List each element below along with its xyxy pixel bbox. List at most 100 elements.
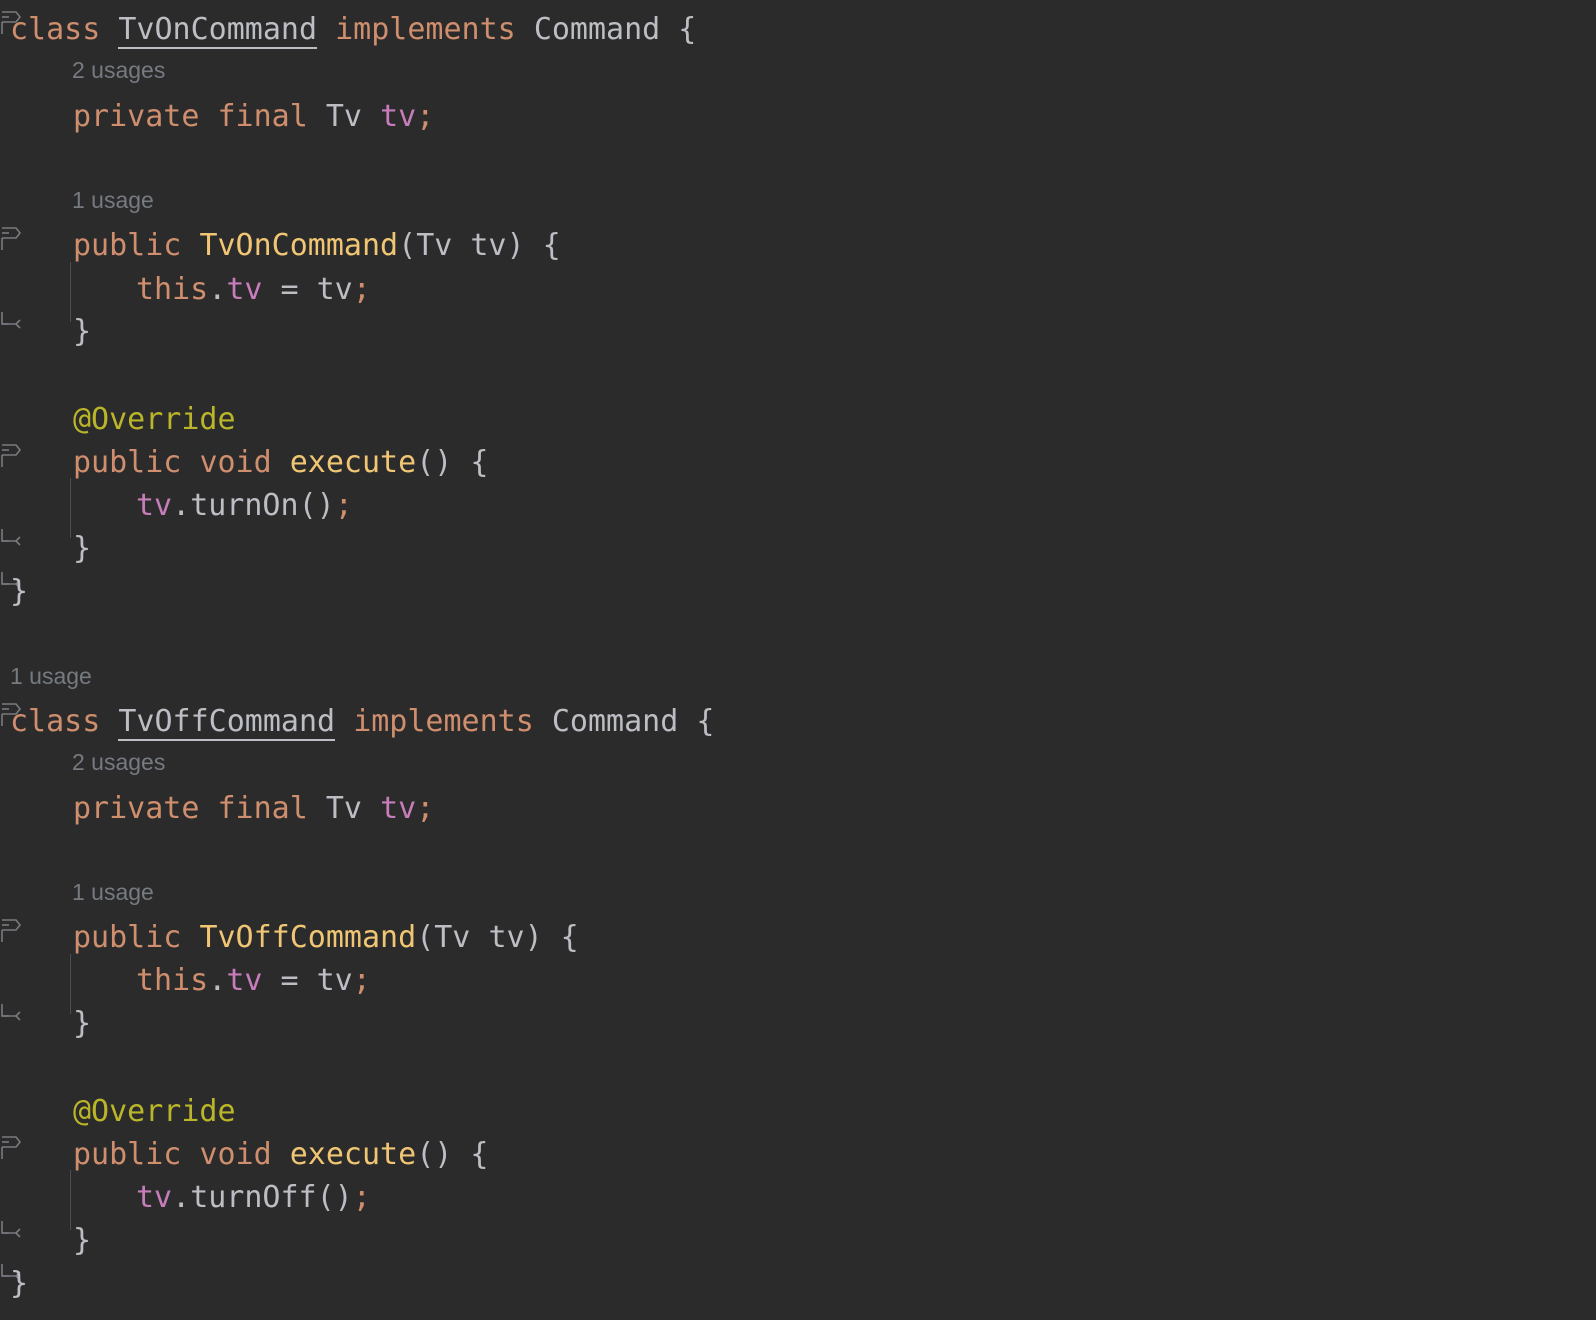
code-token: ; [334, 488, 353, 523]
code-line[interactable]: public void execute() { [73, 1133, 488, 1177]
code-line[interactable]: } [73, 1002, 91, 1046]
code-token: @Override [73, 402, 236, 437]
code-line[interactable]: } [73, 527, 91, 571]
code-token: () { [416, 1137, 489, 1172]
code-line[interactable]: @Override [73, 1090, 236, 1134]
code-token: Command [551, 704, 679, 739]
code-line[interactable]: public void execute() { [73, 441, 488, 485]
code-token: final [217, 791, 308, 826]
code-token: public [73, 920, 182, 955]
code-editor[interactable]: class TvOnCommand implements Command { pr… [0, 0, 1596, 1320]
code-token: private [73, 791, 200, 826]
code-token: class [10, 12, 101, 47]
class-name-with-warning[interactable]: TvOffCommand [118, 704, 336, 741]
code-line[interactable]: } [10, 570, 28, 614]
code-token: () [316, 1180, 353, 1215]
code-token: } [73, 314, 92, 349]
code-token: ) { [506, 228, 561, 263]
code-line[interactable]: class TvOnCommand implements Command { [10, 8, 696, 52]
usage-hint[interactable]: 1 usage [72, 185, 154, 215]
code-token: . [208, 963, 227, 998]
code-line[interactable]: } [73, 310, 91, 354]
code-token: ; [416, 99, 435, 134]
code-token: tv [226, 272, 263, 307]
code-token: void [199, 1137, 272, 1172]
code-token: ; [416, 791, 435, 826]
code-line[interactable]: tv.turnOff(); [136, 1176, 371, 1220]
code-token: = [262, 963, 317, 998]
usage-hint[interactable]: 2 usages [72, 747, 165, 777]
code-token: = [262, 272, 317, 307]
warning-squiggle-icon [118, 49, 317, 54]
code-token: tv [226, 963, 263, 998]
code-token: @Override [73, 1094, 236, 1129]
code-token: tv [380, 791, 417, 826]
code-token: turnOff [190, 1180, 317, 1215]
code-token: TvOnCommand [199, 228, 399, 263]
code-token: } [73, 531, 92, 566]
code-token: Tv [325, 99, 362, 134]
code-token: this [136, 272, 209, 307]
code-line[interactable]: tv.turnOn(); [136, 484, 353, 528]
code-token: ; [352, 963, 371, 998]
code-token: } [10, 1266, 29, 1301]
code-line[interactable]: @Override [73, 398, 236, 442]
code-token: execute [289, 445, 417, 480]
code-token: . [208, 272, 227, 307]
code-line[interactable]: public TvOnCommand(Tv tv) { [73, 224, 561, 268]
code-token: Tv [434, 920, 471, 955]
code-token: execute [289, 1137, 417, 1172]
code-token: implements [335, 12, 516, 47]
code-token: ( [416, 920, 435, 955]
usage-hint[interactable]: 2 usages [72, 55, 165, 85]
code-line[interactable]: } [10, 1262, 28, 1306]
usage-hint[interactable]: 1 usage [72, 877, 154, 907]
code-token: ; [352, 1180, 371, 1215]
code-token: Tv [325, 791, 362, 826]
code-line[interactable]: } [73, 1219, 91, 1263]
warning-squiggle-icon [118, 741, 335, 746]
class-name-with-warning[interactable]: TvOnCommand [118, 12, 318, 49]
usage-hint[interactable]: 1 usage [10, 661, 92, 691]
code-token: class [10, 704, 101, 739]
code-token: tv [316, 963, 353, 998]
code-token: tv [470, 228, 507, 263]
code-token: this [136, 963, 209, 998]
code-line[interactable]: this.tv = tv; [136, 268, 371, 312]
code-token: public [73, 445, 182, 480]
code-token: tv [380, 99, 417, 134]
code-token: final [217, 99, 308, 134]
code-token: TvOffCommand [199, 920, 417, 955]
code-line[interactable]: public TvOffCommand(Tv tv) { [73, 916, 579, 960]
code-line[interactable]: private final Tv tv; [73, 787, 434, 831]
code-token: { [678, 704, 715, 739]
code-line[interactable]: class TvOffCommand implements Command { [10, 700, 714, 744]
code-token: () [298, 488, 335, 523]
code-line[interactable]: private final Tv tv; [73, 95, 434, 139]
code-token: implements [353, 704, 534, 739]
code-token: ; [352, 272, 371, 307]
code-text-area[interactable]: class TvOnCommand implements Command { pr… [0, 0, 1596, 1320]
code-line[interactable]: this.tv = tv; [136, 959, 371, 1003]
code-token: tv [136, 488, 173, 523]
code-token: ( [398, 228, 417, 263]
code-token: () { [416, 445, 489, 480]
code-token: } [73, 1223, 92, 1258]
code-token: Command [533, 12, 661, 47]
code-token: ) { [524, 920, 579, 955]
